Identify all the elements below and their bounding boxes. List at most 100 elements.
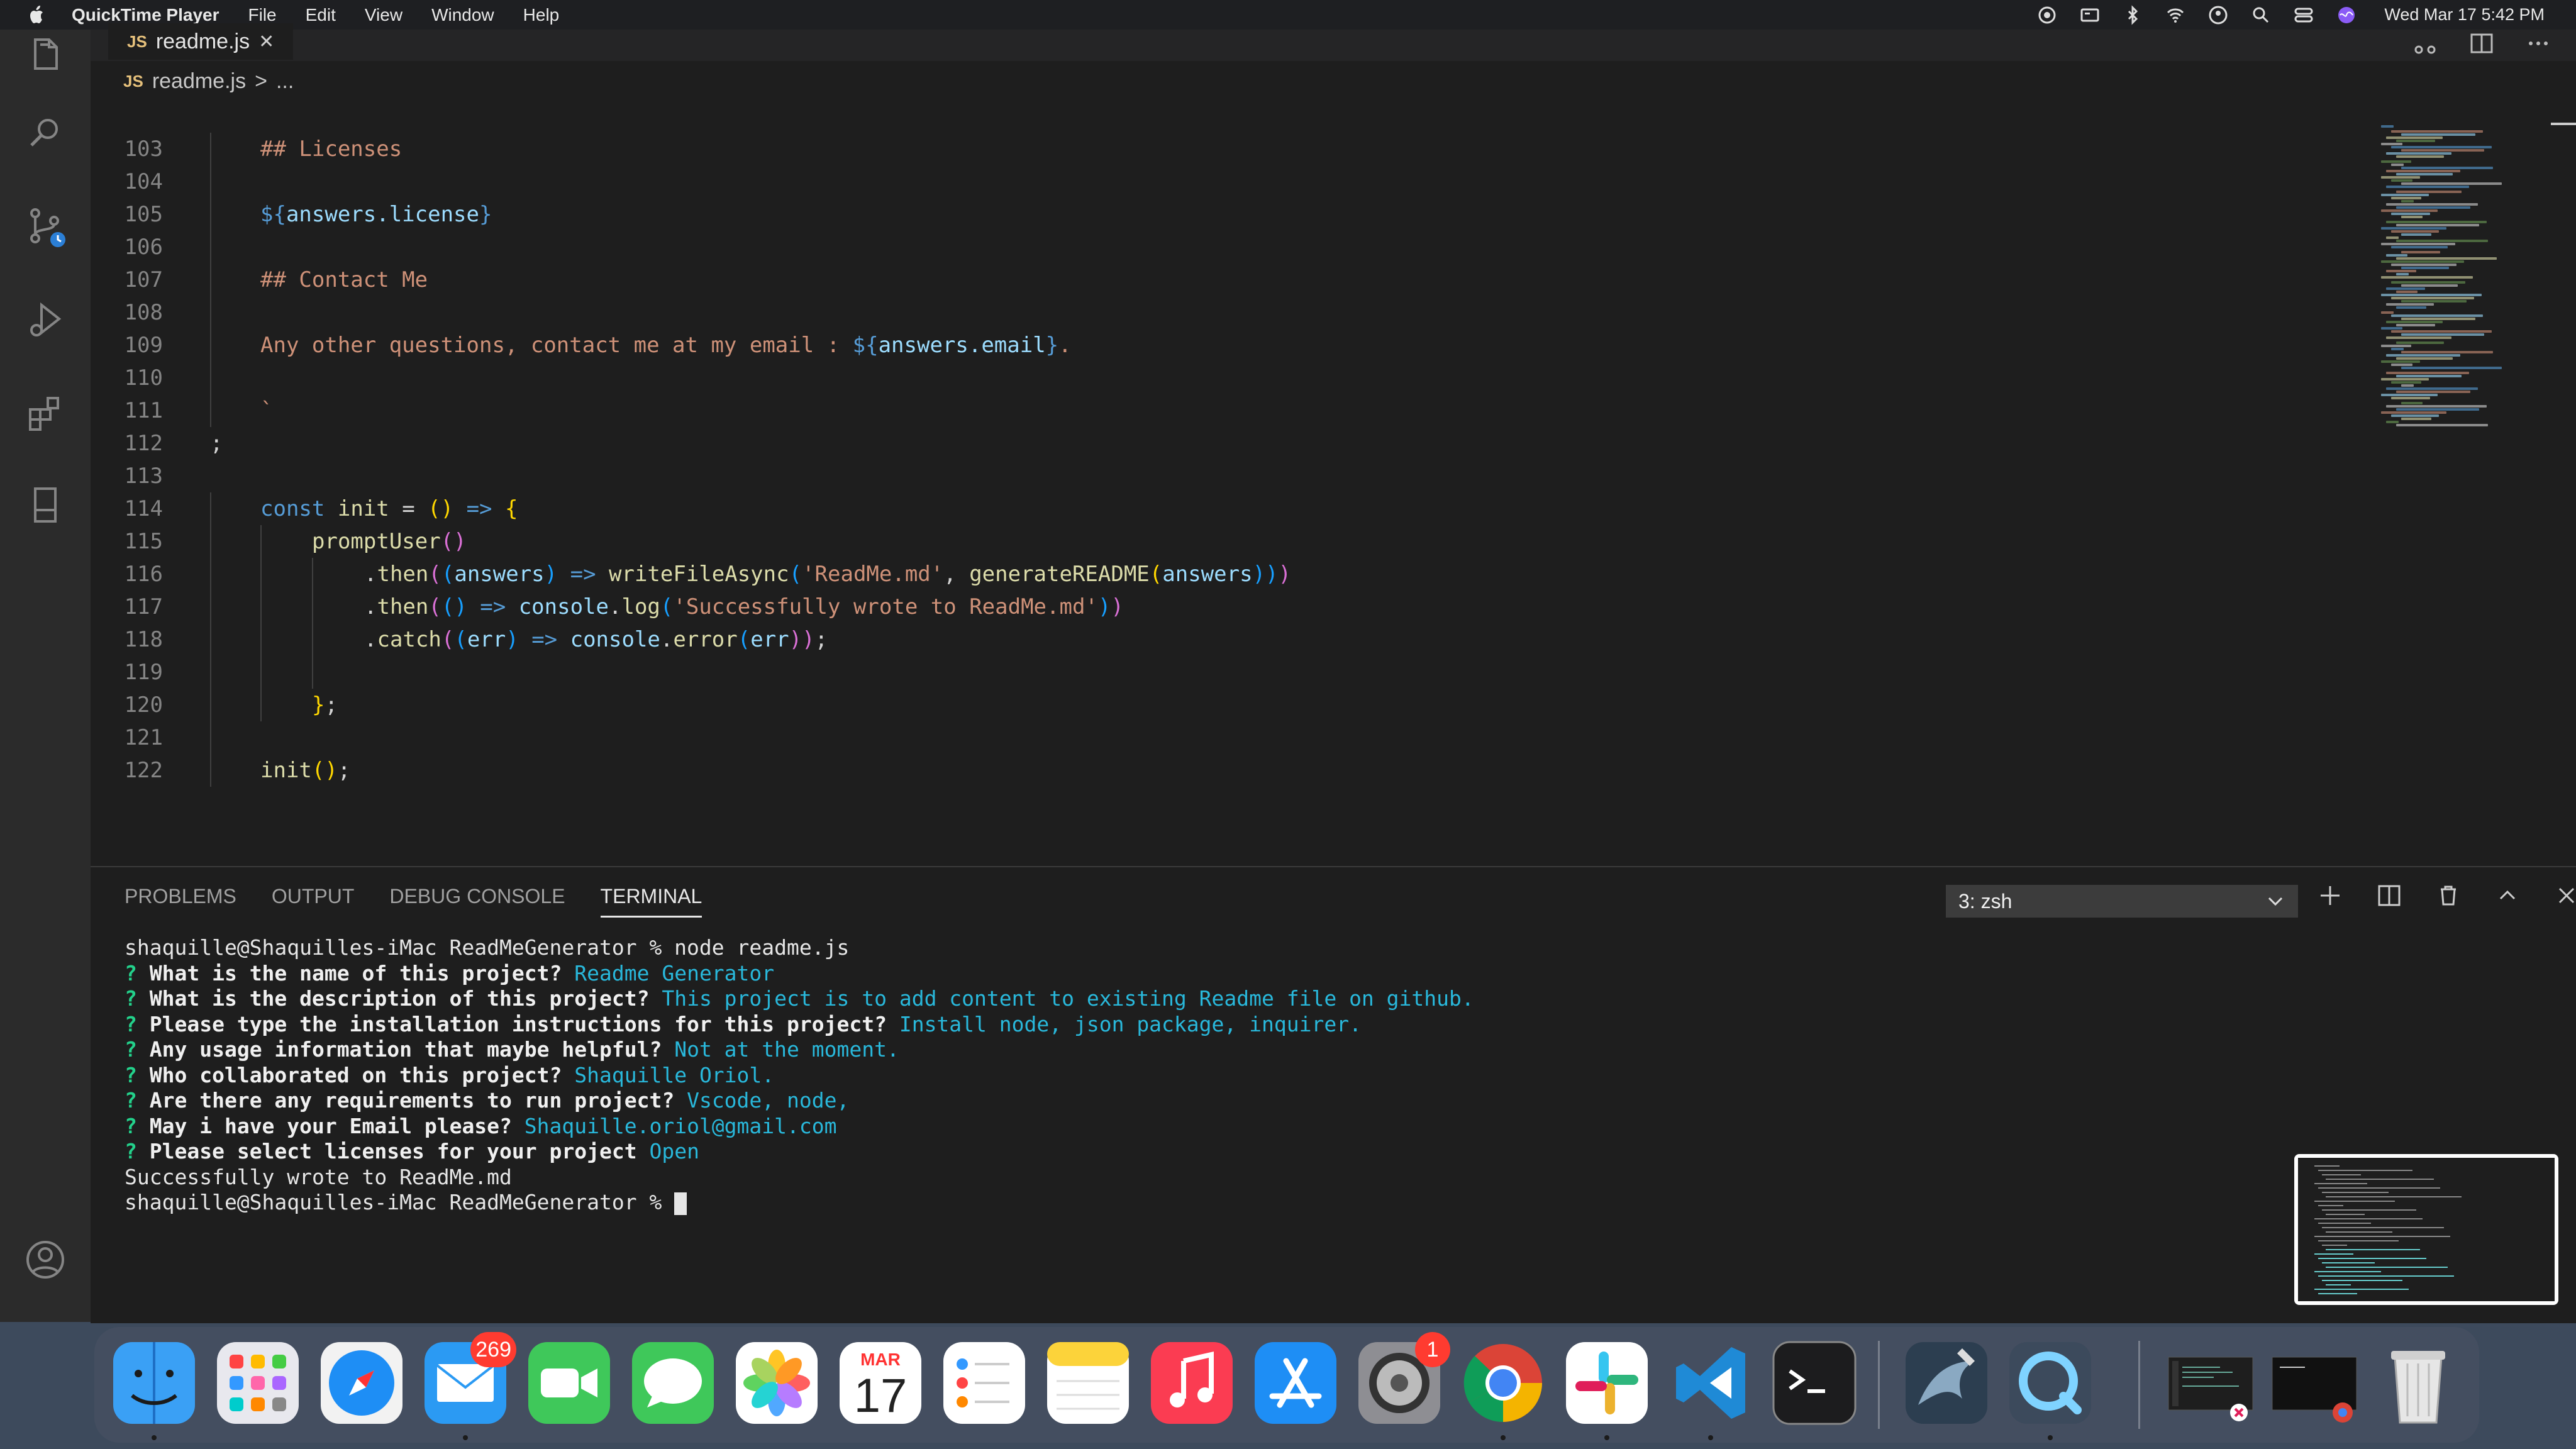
terminal-icon[interactable] <box>1767 1336 1862 1430</box>
terminal-selector[interactable]: 3: zsh <box>1946 885 2298 918</box>
line-number: 105 <box>124 202 163 227</box>
facetime-icon[interactable] <box>522 1336 616 1430</box>
reminders-icon[interactable] <box>937 1336 1031 1430</box>
minimized-window-chrome[interactable] <box>2267 1336 2362 1430</box>
account-icon[interactable] <box>23 1237 68 1282</box>
minimap-line <box>2391 314 2483 317</box>
minimap[interactable] <box>2368 100 2576 452</box>
minimized-window-vscode[interactable] <box>2163 1336 2258 1430</box>
minimap-line <box>2391 281 2465 284</box>
slack-icon[interactable] <box>1560 1336 1654 1430</box>
code-line: 110 <box>91 362 2355 394</box>
compare-changes-icon[interactable] <box>2412 31 2438 56</box>
siri-icon[interactable] <box>2336 5 2357 25</box>
thumbnail-line <box>2326 1179 2434 1180</box>
maximize-panel-icon[interactable] <box>2494 882 2521 909</box>
breadcrumb-file[interactable]: readme.js <box>152 69 246 94</box>
explorer-icon[interactable] <box>23 33 68 79</box>
minimap-line <box>2401 167 2493 169</box>
extensions-icon[interactable] <box>23 391 68 436</box>
close-panel-icon[interactable] <box>2553 882 2576 909</box>
menubar-clock[interactable]: Wed Mar 17 5:42 PM <box>2384 5 2545 25</box>
terminal-output[interactable]: shaquille@Shaquilles-iMac ReadMeGenerato… <box>125 935 1474 1216</box>
run-debug-icon[interactable] <box>23 297 68 343</box>
menu-file[interactable]: File <box>248 5 277 25</box>
breadcrumb-more[interactable]: ... <box>276 69 294 94</box>
menu-help[interactable]: Help <box>523 5 560 25</box>
question: Please select licenses for your project <box>149 1139 637 1163</box>
menu-window[interactable]: Window <box>431 5 494 25</box>
split-editor-icon[interactable] <box>2469 31 2494 56</box>
trash-icon[interactable] <box>2435 882 2462 909</box>
more-actions-icon[interactable] <box>2526 31 2551 56</box>
music-icon[interactable] <box>1145 1336 1239 1430</box>
split-terminal-icon[interactable] <box>2376 882 2402 909</box>
terminal-line: ? Please select licenses for your projec… <box>125 1139 1474 1165</box>
indent-guide <box>312 656 313 689</box>
running-indicator <box>2048 1435 2053 1440</box>
messages-icon[interactable] <box>626 1336 720 1430</box>
app-store-icon[interactable] <box>1248 1336 1343 1430</box>
trash-icon[interactable] <box>2371 1336 2465 1430</box>
code-editor[interactable]: 103 ## Licenses 104 105 ${answers.license}… <box>91 133 2355 787</box>
launchpad-icon[interactable] <box>211 1336 305 1430</box>
method: then <box>377 594 429 619</box>
string-text: . <box>1058 333 1072 358</box>
minimap-line <box>2396 140 2435 142</box>
notes-icon[interactable] <box>1041 1336 1135 1430</box>
finder-icon[interactable] <box>107 1336 201 1430</box>
line-number: 108 <box>124 300 163 325</box>
indent-guide <box>210 623 211 656</box>
display-icon[interactable] <box>2080 5 2100 25</box>
photos-icon[interactable] <box>730 1336 824 1430</box>
tab-label: readme.js <box>155 29 250 53</box>
menu-view[interactable]: View <box>365 5 402 25</box>
user-icon[interactable] <box>2208 5 2228 25</box>
menu-edit[interactable]: Edit <box>306 5 336 25</box>
indent-guide <box>210 492 211 525</box>
mail-icon[interactable]: 269 <box>418 1332 516 1430</box>
minimap-line <box>2386 354 2460 357</box>
tab-debug-console[interactable]: DEBUG CONSOLE <box>389 885 565 918</box>
operator: = <box>389 496 428 521</box>
minimap-line <box>2381 394 2438 396</box>
spotlight-search-icon[interactable] <box>2251 5 2271 25</box>
arrow: => <box>518 627 570 652</box>
tab-problems[interactable]: PROBLEMS <box>125 885 236 918</box>
thumbnail-line <box>2326 1249 2420 1250</box>
tab-terminal[interactable]: TERMINAL <box>600 885 702 918</box>
source-control-icon[interactable] <box>23 204 68 250</box>
minimap-line <box>2386 321 2443 323</box>
bluetooth-icon[interactable] <box>2123 4 2143 25</box>
record-icon[interactable] <box>2037 5 2057 25</box>
apple-logo-icon[interactable] <box>24 3 49 28</box>
calendar-icon[interactable]: MAR 17 <box>833 1336 928 1430</box>
system-preferences-icon[interactable]: 1 <box>1352 1332 1450 1430</box>
vscode-icon[interactable] <box>1663 1336 1758 1430</box>
indent-guide <box>210 231 211 264</box>
tab-output[interactable]: OUTPUT <box>272 885 355 918</box>
safari-icon[interactable] <box>314 1336 409 1430</box>
bracket: () <box>428 496 454 521</box>
wifi-icon[interactable] <box>2165 5 2185 25</box>
search-icon[interactable] <box>23 110 68 155</box>
close-tab-icon[interactable]: ✕ <box>258 31 274 53</box>
minimap-line <box>2391 348 2404 350</box>
control-center-icon[interactable] <box>2294 5 2314 25</box>
new-terminal-icon[interactable] <box>2317 882 2343 909</box>
mysql-workbench-icon[interactable] <box>1899 1336 1994 1430</box>
bracket: )) <box>1252 562 1279 587</box>
app-name[interactable]: QuickTime Player <box>72 5 219 25</box>
tab-readme-js[interactable]: JS readme.js ✕ <box>108 23 294 60</box>
thumbnail-line <box>2314 1289 2409 1290</box>
method: catch <box>377 627 441 652</box>
object: console <box>518 594 609 619</box>
code-line: 107 ## Contact Me <box>91 264 2355 296</box>
code-text: promptUser() <box>312 525 467 558</box>
chrome-icon[interactable] <box>1456 1336 1550 1430</box>
remote-explorer-icon[interactable] <box>23 482 68 528</box>
dot: . <box>364 627 377 652</box>
screen-recording-thumbnail[interactable] <box>2294 1154 2558 1305</box>
quicktime-icon[interactable] <box>2003 1336 2097 1430</box>
minimap-line <box>2386 152 2451 155</box>
